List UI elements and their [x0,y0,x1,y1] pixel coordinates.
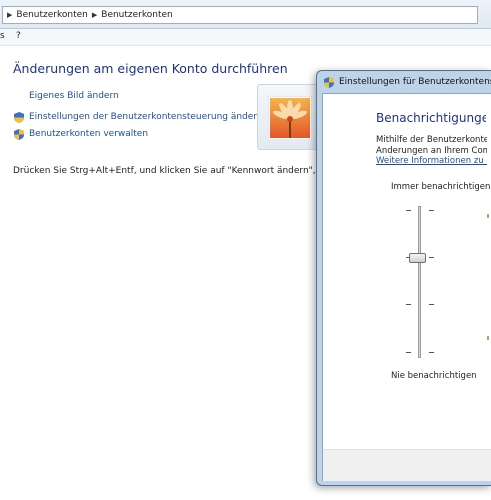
account-picture [268,96,312,140]
uac-settings-link[interactable]: Einstellungen der Benutzerkontensteuerun… [29,112,263,122]
slider-tick [406,352,411,353]
menu-bar: s ? [0,29,491,46]
dialog-heading: Benachrichtigungen ü [376,111,486,125]
slider-top-label: Immer benachrichtigen [391,182,491,192]
dialog-description: Mithilfe der Benutzerkonte [376,135,487,145]
shield-icon [324,77,334,88]
notification-slider-thumb[interactable] [409,253,426,263]
side-marker [487,214,489,218]
uac-settings-dialog: Einstellungen für Benutzerkontensteue Be… [316,70,491,486]
breadcrumb-item[interactable]: Benutzerkonten [16,10,87,20]
dialog-description: Änderungen an Ihrem Comp [376,146,487,156]
dialog-title: Einstellungen für Benutzerkontensteue [339,77,491,87]
more-info-link[interactable]: Weitere Informationen zu de [376,156,487,166]
slider-tick [429,304,434,305]
menu-item-help[interactable]: ? [16,31,21,41]
page-title: Änderungen am eigenen Konto durchführen [13,61,288,76]
breadcrumb-arrow-icon[interactable]: ▶ [92,11,97,19]
slider-tick [429,257,434,258]
flower-icon [270,98,310,138]
breadcrumb-item[interactable]: Benutzerkonten [101,10,172,20]
breadcrumb[interactable]: ▶ Benutzerkonten ▶ Benutzerkonten [2,6,478,24]
slider-tick [406,210,411,211]
slider-tick [429,210,434,211]
slider-tick [429,352,434,353]
notification-slider-track[interactable] [418,206,421,358]
side-marker [487,336,489,340]
change-picture-link[interactable]: Eigenes Bild ändern [29,91,119,101]
address-bar: ▶ Benutzerkonten ▶ Benutzerkonten [0,0,491,29]
slider-bottom-label: Nie benachrichtigen [391,371,477,381]
shield-icon [14,112,24,123]
account-picture-frame[interactable] [257,84,323,150]
breadcrumb-arrow-icon[interactable]: ▶ [7,11,12,19]
slider-tick [406,304,411,305]
password-note: Drücken Sie Strg+Alt+Entf, und klicken S… [13,166,318,176]
manage-accounts-link[interactable]: Benutzerkonten verwalten [29,129,148,139]
menu-item[interactable]: s [0,31,5,41]
shield-icon [14,129,24,140]
dialog-footer [323,449,491,481]
